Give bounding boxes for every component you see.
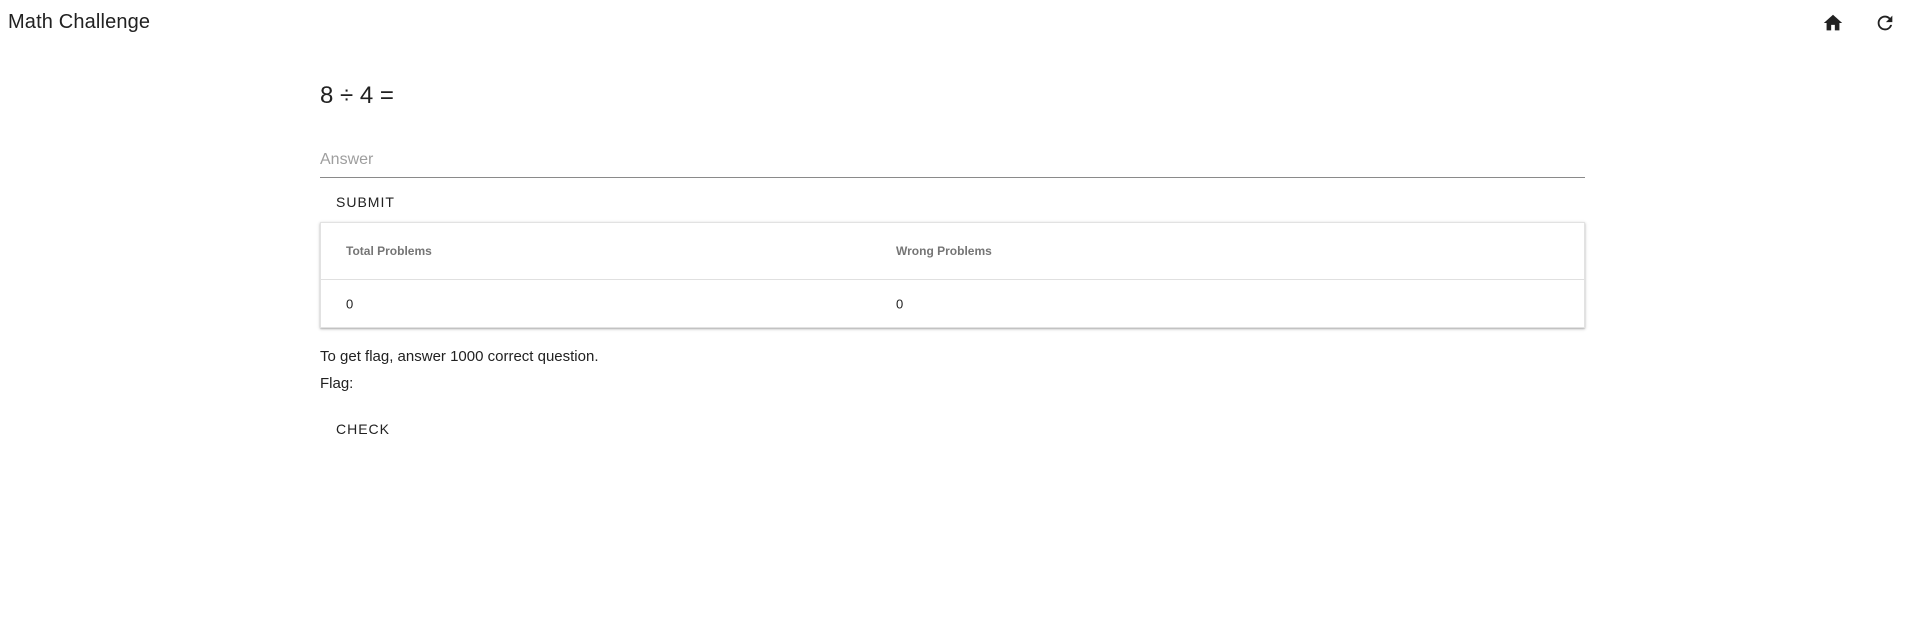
refresh-button[interactable] bbox=[1870, 8, 1900, 38]
flag-label: Flag: bbox=[320, 375, 354, 392]
home-button[interactable] bbox=[1818, 8, 1848, 38]
header-total-problems: Total Problems bbox=[346, 244, 432, 258]
header-wrong-problems: Wrong Problems bbox=[896, 244, 992, 258]
stats-table-header: Total Problems Wrong Problems bbox=[321, 223, 1584, 280]
total-problems-value: 0 bbox=[346, 296, 354, 312]
wrong-problems-value: 0 bbox=[896, 296, 904, 312]
answer-field bbox=[320, 146, 1585, 178]
refresh-icon bbox=[1877, 15, 1893, 31]
submit-button[interactable]: SUBMIT bbox=[320, 184, 411, 220]
table-row: 0 0 bbox=[321, 280, 1584, 328]
answer-input[interactable] bbox=[320, 146, 1585, 174]
check-button[interactable]: CHECK bbox=[320, 411, 406, 447]
goal-text: To get flag, answer 1000 correct questio… bbox=[320, 348, 599, 365]
problem-expression: 8 ÷ 4 = bbox=[320, 82, 394, 109]
flag-line: Flag: bbox=[320, 375, 353, 392]
app-title: Math Challenge bbox=[8, 11, 151, 33]
app-bar: Math Challenge bbox=[0, 0, 1907, 46]
home-icon bbox=[1823, 14, 1843, 31]
stats-table: Total Problems Wrong Problems 0 0 bbox=[320, 222, 1585, 328]
